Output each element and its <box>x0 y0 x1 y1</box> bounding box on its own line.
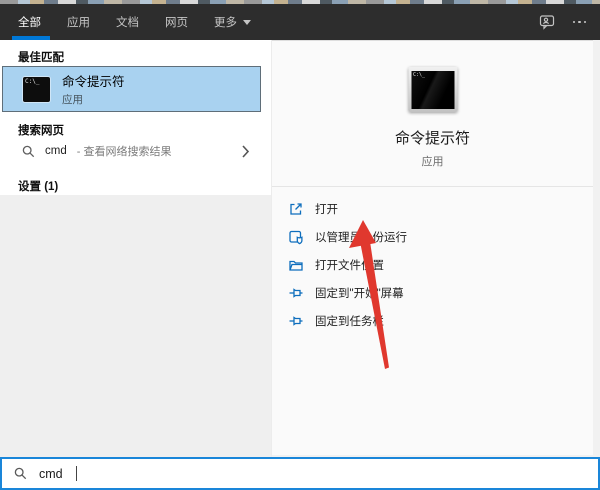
web-search-hint: - 查看网络搜索结果 <box>77 143 172 159</box>
best-match-subtitle: 应用 <box>62 92 125 107</box>
text-cursor <box>76 466 77 481</box>
web-search-result-row[interactable]: cmd - 查看网络搜索结果 <box>0 137 272 165</box>
chevron-right-icon <box>242 145 250 158</box>
detail-app-subtitle: 应用 <box>272 153 593 169</box>
cmd-prompt-icon: C:\_ <box>23 77 50 102</box>
search-filter-bar: 全部 应用 文档 网页 更多 <box>0 4 600 40</box>
more-options-ellipsis-icon[interactable] <box>571 17 589 28</box>
result-detail-panel: C:\_ 命令提示符 应用 打开 以管理员身份运行 打开文件位置 <box>272 40 593 455</box>
settings-group-header[interactable]: 设置 (1) <box>18 178 58 194</box>
action-open-file-location[interactable]: 打开文件位置 <box>272 251 593 279</box>
tab-apps[interactable]: 应用 <box>67 14 90 30</box>
search-icon <box>22 145 35 158</box>
best-match-header: 最佳匹配 <box>18 49 64 65</box>
action-pin-to-taskbar[interactable]: 固定到任务栏 <box>272 307 593 335</box>
chevron-down-icon <box>243 20 251 25</box>
cmd-prompt-large-icon: C:\_ <box>408 67 457 112</box>
search-icon <box>14 467 27 480</box>
tab-web[interactable]: 网页 <box>165 14 188 30</box>
action-pin-to-taskbar-label: 固定到任务栏 <box>315 313 384 329</box>
action-open[interactable]: 打开 <box>272 195 593 223</box>
folder-icon <box>288 257 304 273</box>
pin-icon <box>288 313 304 329</box>
feedback-icon[interactable] <box>539 14 555 30</box>
pin-icon <box>288 285 304 301</box>
action-open-label: 打开 <box>315 201 338 217</box>
cmd-large-icon-text: C:\_ <box>413 72 425 78</box>
tab-documents[interactable]: 文档 <box>116 14 139 30</box>
action-run-as-admin-label: 以管理员身份运行 <box>315 229 407 245</box>
best-match-title: 命令提示符 <box>62 71 125 90</box>
best-match-result-cmd[interactable]: C:\_ 命令提示符 应用 <box>2 66 261 112</box>
run-as-admin-shield-icon <box>288 229 304 245</box>
tab-more-label: 更多 <box>214 14 237 30</box>
tab-more[interactable]: 更多 <box>214 14 251 30</box>
results-panel: 最佳匹配 C:\_ 命令提示符 应用 搜索网页 cmd - 查看网络搜索结果 设… <box>0 40 272 457</box>
tab-web-label: 网页 <box>165 14 188 30</box>
tab-all[interactable]: 全部 <box>18 14 41 30</box>
action-open-file-location-label: 打开文件位置 <box>315 257 384 273</box>
search-input[interactable]: cmd <box>0 457 600 490</box>
action-pin-to-start[interactable]: 固定到"开始"屏幕 <box>272 279 593 307</box>
detail-app-title: 命令提示符 <box>272 127 593 148</box>
search-input-value: cmd <box>39 467 63 481</box>
action-pin-to-start-label: 固定到"开始"屏幕 <box>315 285 404 301</box>
web-search-header: 搜索网页 <box>18 122 64 138</box>
action-list: 打开 以管理员身份运行 打开文件位置 固定到"开始"屏幕 <box>272 195 593 335</box>
open-icon <box>288 201 304 217</box>
detail-divider <box>272 186 593 187</box>
tab-all-label: 全部 <box>18 14 41 30</box>
tab-documents-label: 文档 <box>116 14 139 30</box>
action-run-as-admin[interactable]: 以管理员身份运行 <box>272 223 593 251</box>
cmd-icon-text: C:\_ <box>25 78 39 85</box>
tab-apps-label: 应用 <box>67 14 90 30</box>
web-search-query: cmd <box>45 145 67 157</box>
